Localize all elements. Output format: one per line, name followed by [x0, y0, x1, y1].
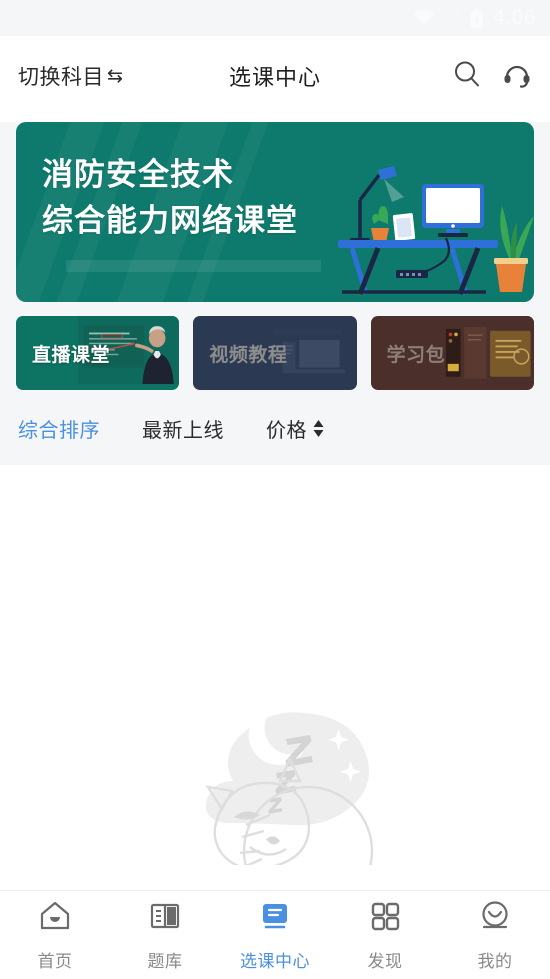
- nav-label: 题库: [147, 951, 183, 971]
- sort-option-price[interactable]: 价格: [266, 414, 325, 443]
- nav-label: 发现: [367, 951, 403, 971]
- grid-icon: [368, 899, 402, 938]
- battery-charging-icon: [470, 8, 484, 28]
- nav-label: 选课中心: [240, 951, 310, 971]
- status-bar-time: 4:06: [493, 6, 536, 29]
- smiley-icon: [478, 899, 512, 938]
- search-icon[interactable]: [452, 59, 482, 94]
- sort-option-label: 最新上线: [142, 420, 224, 442]
- nav-item-home[interactable]: 首页: [0, 899, 110, 972]
- banner-headline: 消防安全技术 综合能力网络课堂: [42, 152, 298, 244]
- category-card-live[interactable]: 直播课堂: [16, 316, 180, 390]
- home-icon: [38, 899, 72, 938]
- switch-subject-button[interactable]: 切换科目 ⇆: [18, 61, 123, 91]
- nav-item-course-center[interactable]: 选课中心: [220, 899, 330, 972]
- sort-option-newest[interactable]: 最新上线: [142, 414, 224, 443]
- category-card-label: 学习包: [386, 344, 446, 366]
- sort-option-comprehensive[interactable]: 综合排序: [18, 414, 100, 443]
- desk-workspace-illustration: [338, 166, 534, 295]
- sort-filter-bar: 综合排序 最新上线 价格: [0, 390, 550, 465]
- book-icon: [148, 899, 182, 938]
- app-header: 切换科目 ⇆ 选课中心: [0, 36, 550, 116]
- category-card-row: 直播课堂 视频教程 学习包: [16, 316, 534, 390]
- sort-option-label: 综合排序: [18, 420, 100, 442]
- nav-label: 首页: [37, 951, 73, 971]
- sort-arrows-icon: [312, 419, 325, 438]
- headset-icon[interactable]: [502, 59, 532, 94]
- category-card-video[interactable]: 视频教程: [193, 316, 357, 390]
- sleeping-cat-watermark-icon: [205, 695, 378, 865]
- bottom-navigation: 首页 题库 选课中心 发现 我的: [0, 890, 550, 979]
- category-card-label: 视频教程: [209, 344, 288, 366]
- empty-course-list: [0, 465, 550, 865]
- sort-option-label: 价格: [266, 420, 307, 442]
- study-pack-thumbnail: [432, 316, 534, 385]
- wifi-icon: [413, 10, 435, 26]
- signal-off-icon: [444, 10, 461, 26]
- status-bar: 4:06: [0, 0, 550, 36]
- course-icon: [258, 899, 292, 938]
- category-card-label: 直播课堂: [32, 344, 111, 366]
- switch-subject-label: 切换科目: [18, 66, 104, 89]
- banner-line-1: 消防安全技术: [42, 157, 234, 192]
- nav-label: 我的: [477, 951, 513, 971]
- nav-item-question-bank[interactable]: 题库: [110, 899, 220, 972]
- nav-item-profile[interactable]: 我的: [440, 899, 550, 972]
- swap-arrows-icon: ⇆: [107, 65, 124, 87]
- banner-accent-bar: [66, 260, 321, 272]
- banner-line-2: 综合能力网络课堂: [42, 202, 298, 238]
- nav-item-discover[interactable]: 发现: [330, 899, 440, 972]
- header-actions: [452, 59, 532, 94]
- scroll-content: 消防安全技术 综合能力网络课堂 直播课堂 视频教程 学习包: [0, 122, 550, 390]
- category-card-pack[interactable]: 学习包: [370, 316, 534, 390]
- promo-banner[interactable]: 消防安全技术 综合能力网络课堂: [16, 122, 534, 302]
